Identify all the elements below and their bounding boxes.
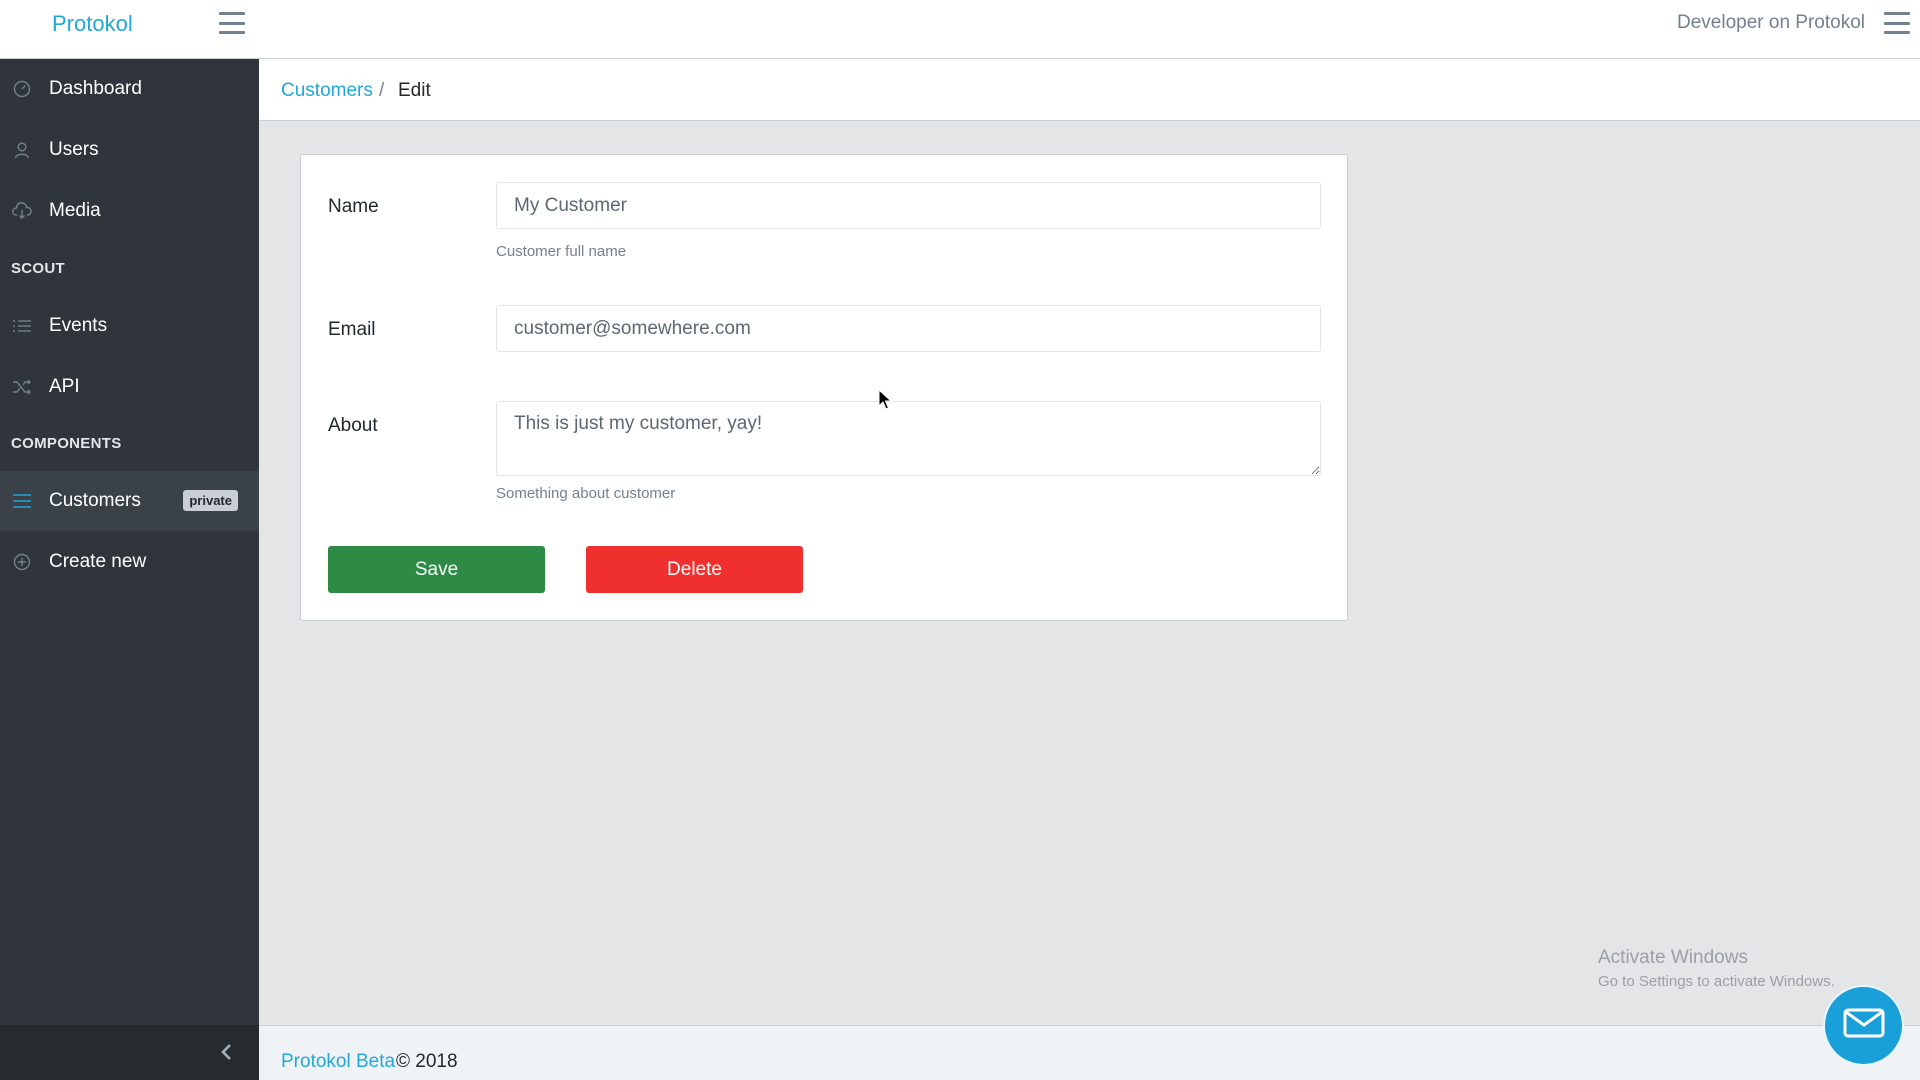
sidebar-item-label: API (49, 376, 80, 397)
top-header: Protokol Developer on Protokol (0, 0, 1920, 59)
sidebar-item-label: Dashboard (49, 78, 142, 99)
sidebar-item-label: Customers (49, 490, 141, 511)
breadcrumb-separator: / (379, 80, 385, 101)
plus-circle-icon (11, 551, 33, 573)
sidebar-item-label: Create new (49, 551, 147, 572)
email-label: Email (328, 319, 376, 340)
name-label: Name (328, 196, 379, 217)
speedometer-icon (11, 78, 33, 100)
nav-section-title-scout: SCOUT (11, 260, 65, 277)
email-input[interactable] (496, 305, 1321, 352)
breadcrumb: Customers / Edit (259, 59, 1920, 121)
sidebar-footer (0, 1025, 259, 1080)
sidebar-item-label: Users (49, 139, 99, 160)
menu-icon (11, 490, 33, 512)
page-footer: Protokol Beta © 2018 (259, 1025, 1920, 1080)
name-input[interactable] (496, 182, 1321, 229)
user-label[interactable]: Developer on Protokol (1677, 12, 1865, 34)
footer-link-protokol-beta[interactable]: Protokol Beta (281, 1051, 395, 1073)
sidebar-minimizer-chevron-left-icon[interactable] (215, 1040, 237, 1064)
sidebar-item-media[interactable]: Media (0, 181, 259, 241)
sidebar-item-users[interactable]: Users (0, 120, 259, 180)
breadcrumb-link-customers[interactable]: Customers (281, 80, 373, 102)
sidebar-item-label: Media (49, 200, 101, 221)
sidebar-item-dashboard[interactable]: Dashboard (0, 59, 259, 119)
list-icon (11, 315, 33, 337)
sidebar-item-customers[interactable]: Customers private (0, 471, 259, 531)
mail-icon (1843, 1008, 1885, 1043)
sidebar-item-api[interactable]: API (0, 357, 259, 417)
sidebar: Dashboard Users Media SCOUT Events API C… (0, 59, 259, 1080)
about-label: About (328, 415, 378, 436)
sidebar-item-events[interactable]: Events (0, 296, 259, 356)
user-icon (11, 139, 33, 161)
shuffle-icon (11, 376, 33, 398)
aside-toggle-menu-icon[interactable] (1884, 12, 1910, 34)
name-help-text: Customer full name (496, 243, 627, 260)
activate-windows-watermark-subtitle: Go to Settings to activate Windows. (1598, 973, 1835, 990)
save-button[interactable]: Save (328, 546, 545, 593)
private-badge: private (183, 490, 238, 511)
sidebar-toggle-menu-icon[interactable] (219, 12, 245, 34)
edit-customer-card: Name Customer full name Email About This… (300, 154, 1348, 621)
chat-mail-button[interactable] (1823, 985, 1904, 1066)
nav-section-title-components: COMPONENTS (11, 435, 122, 452)
cloud-download-icon (11, 200, 33, 222)
sidebar-item-label: Events (49, 315, 108, 336)
delete-button[interactable]: Delete (586, 546, 803, 593)
footer-copyright: © 2018 (396, 1051, 458, 1072)
about-textarea[interactable]: This is just my customer, yay! (496, 401, 1321, 476)
activate-windows-watermark-title: Activate Windows (1598, 947, 1748, 968)
about-help-text: Something about customer (496, 485, 676, 502)
brand-logo[interactable]: Protokol (52, 11, 133, 37)
mouse-cursor-icon (878, 388, 893, 416)
sidebar-item-create-new[interactable]: Create new (0, 532, 259, 592)
breadcrumb-current: Edit (398, 80, 431, 101)
